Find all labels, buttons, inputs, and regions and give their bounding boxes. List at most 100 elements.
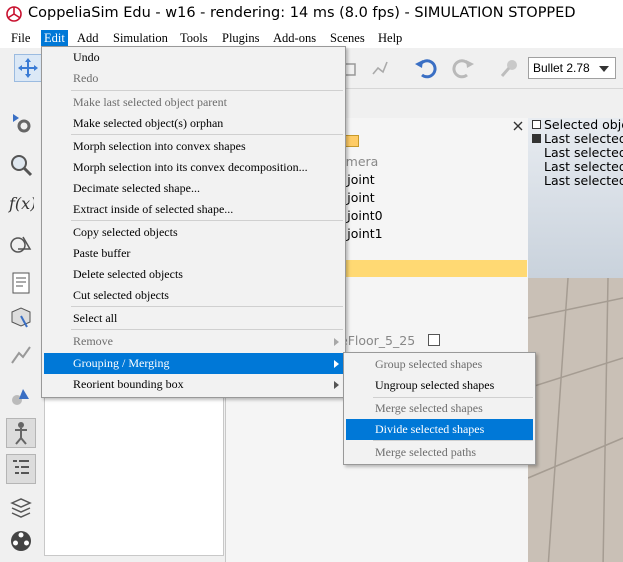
cube-icon [11,307,31,328]
path-icon [11,346,31,364]
script-badge-icon[interactable] [345,135,359,147]
robot-icon [15,422,27,445]
floor-grid [528,278,623,562]
menu-item-paste[interactable]: Paste buffer [44,243,343,264]
layers-button[interactable] [6,492,36,522]
video-recorder-button[interactable] [6,526,36,556]
path-button[interactable] [6,340,36,370]
collection-icon [12,389,29,405]
console-line: Last selected [544,159,623,174]
submenu-arrow-icon [334,360,339,368]
hierarchy-row[interactable]: _joint [341,172,375,187]
function-icon: f(x) [8,194,34,213]
simulation-settings-button[interactable] [6,108,36,138]
physics-icon-button[interactable] [496,54,524,82]
menu-item-decimate[interactable]: Decimate selected shape... [44,178,343,199]
menu-item-cut[interactable]: Cut selected objects [44,285,343,306]
left-toolbar: f(x) [0,88,42,562]
menu-help[interactable]: Help [378,30,402,46]
menu-item-ungroup-shapes[interactable]: Ungroup selected shapes [346,375,533,396]
move-button[interactable] [14,54,42,82]
hierarchy-row[interactable]: _joint1 [341,226,383,241]
object-properties-button[interactable] [6,302,36,332]
physics-engine-value: Bullet 2.78 [533,61,590,75]
script-icon[interactable] [428,334,440,346]
console-line: Last selected [528,132,623,146]
collections-button[interactable] [6,382,36,412]
menu-bar: File Edit Add Simulation Tools Plugins A… [0,28,623,48]
menu-separator [373,440,533,441]
physics-engine-select[interactable]: Bullet 2.78 [528,57,616,79]
console-line: Last selected [544,145,623,160]
undo-button[interactable] [412,54,440,82]
window-title: CoppeliaSim Edu - w16 - rendering: 14 ms… [28,5,576,21]
menu-item-morph-convex[interactable]: Morph selection into convex shapes [44,136,343,157]
menu-item-make-orphan[interactable]: Make selected object(s) orphan [44,113,343,134]
assembly-button[interactable] [366,54,394,82]
layers-icon [10,498,32,518]
submenu-arrow-icon [334,381,339,389]
menu-tools[interactable]: Tools [180,30,208,46]
menu-separator [71,134,343,135]
console-line: Selected obje [528,118,623,132]
hierarchy-row[interactable]: _joint0 [341,208,383,223]
hierarchy-row[interactable]: eFloor_5_25 [340,333,415,348]
menu-item-redo[interactable]: Redo [44,68,343,89]
console-line: Last selected [544,173,623,188]
menu-item-divide-shapes[interactable]: Divide selected shapes [346,419,533,440]
checkbox-icon [532,134,541,143]
model-browser-button[interactable] [6,418,36,448]
scene-hierarchy-button[interactable] [6,454,36,484]
menu-add-ons[interactable]: Add-ons [273,30,316,46]
magnifier-icon [11,155,33,177]
menu-separator [71,306,343,307]
close-icon[interactable] [512,120,524,132]
undo-icon [415,59,437,79]
menu-item-merge-paths[interactable]: Merge selected paths [346,442,533,463]
shapes-button[interactable] [6,230,36,260]
menu-item-morph-decomposition[interactable]: Morph selection into its convex decompos… [44,157,343,178]
menu-item-make-parent[interactable]: Make last selected object parent [44,92,343,113]
coppeliasim-logo-icon [6,6,22,22]
redo-icon [452,59,474,79]
menu-item-undo[interactable]: Undo [44,47,343,68]
menu-item-remove[interactable]: Remove [44,331,343,352]
gear-icon [13,114,31,133]
scripts-button[interactable] [6,268,36,298]
menu-item-group-shapes[interactable]: Group selected shapes [346,354,533,375]
menu-item-merge-shapes[interactable]: Merge selected shapes [346,398,533,419]
menu-item-copy[interactable]: Copy selected objects [44,222,343,243]
selection-button[interactable] [6,150,36,180]
menu-separator [71,329,343,330]
chevron-down-icon [599,66,609,72]
grouping-merging-submenu: Group selected shapes Ungroup selected s… [343,352,536,465]
start-icon [500,60,517,77]
assembly-icon [372,61,388,75]
console-output: Selected obje Last selected Last selecte… [528,118,623,188]
script-icon [12,272,30,294]
title-bar: CoppeliaSim Edu - w16 - rendering: 14 ms… [0,0,623,28]
menu-scenes[interactable]: Scenes [330,30,365,46]
menu-add[interactable]: Add [77,30,99,46]
checkbox-icon [532,120,541,129]
edit-menu: Undo Redo Make last selected object pare… [41,46,346,398]
menu-file[interactable]: File [11,30,30,46]
menu-item-select-all[interactable]: Select all [44,308,343,329]
calculation-modules-button[interactable]: f(x) [6,188,36,218]
menu-item-grouping-merging[interactable]: Grouping / Merging [44,353,343,374]
menu-item-delete[interactable]: Delete selected objects [44,264,343,285]
menu-item-extract-inside[interactable]: Extract inside of selected shape... [44,199,343,220]
menu-separator [71,220,343,221]
menu-plugins[interactable]: Plugins [222,30,260,46]
menu-separator [71,90,343,91]
film-reel-icon [11,531,31,551]
hierarchy-icon [13,460,29,474]
svg-text:f(x): f(x) [8,194,34,213]
menu-edit[interactable]: Edit [40,29,69,47]
redo-button[interactable] [449,54,477,82]
move-icon [18,58,38,78]
menu-simulation[interactable]: Simulation [113,30,168,46]
menu-item-reorient-bounding-box[interactable]: Reorient bounding box [44,374,343,395]
hierarchy-row[interactable]: _joint [341,190,375,205]
shapes-icon [10,236,32,253]
